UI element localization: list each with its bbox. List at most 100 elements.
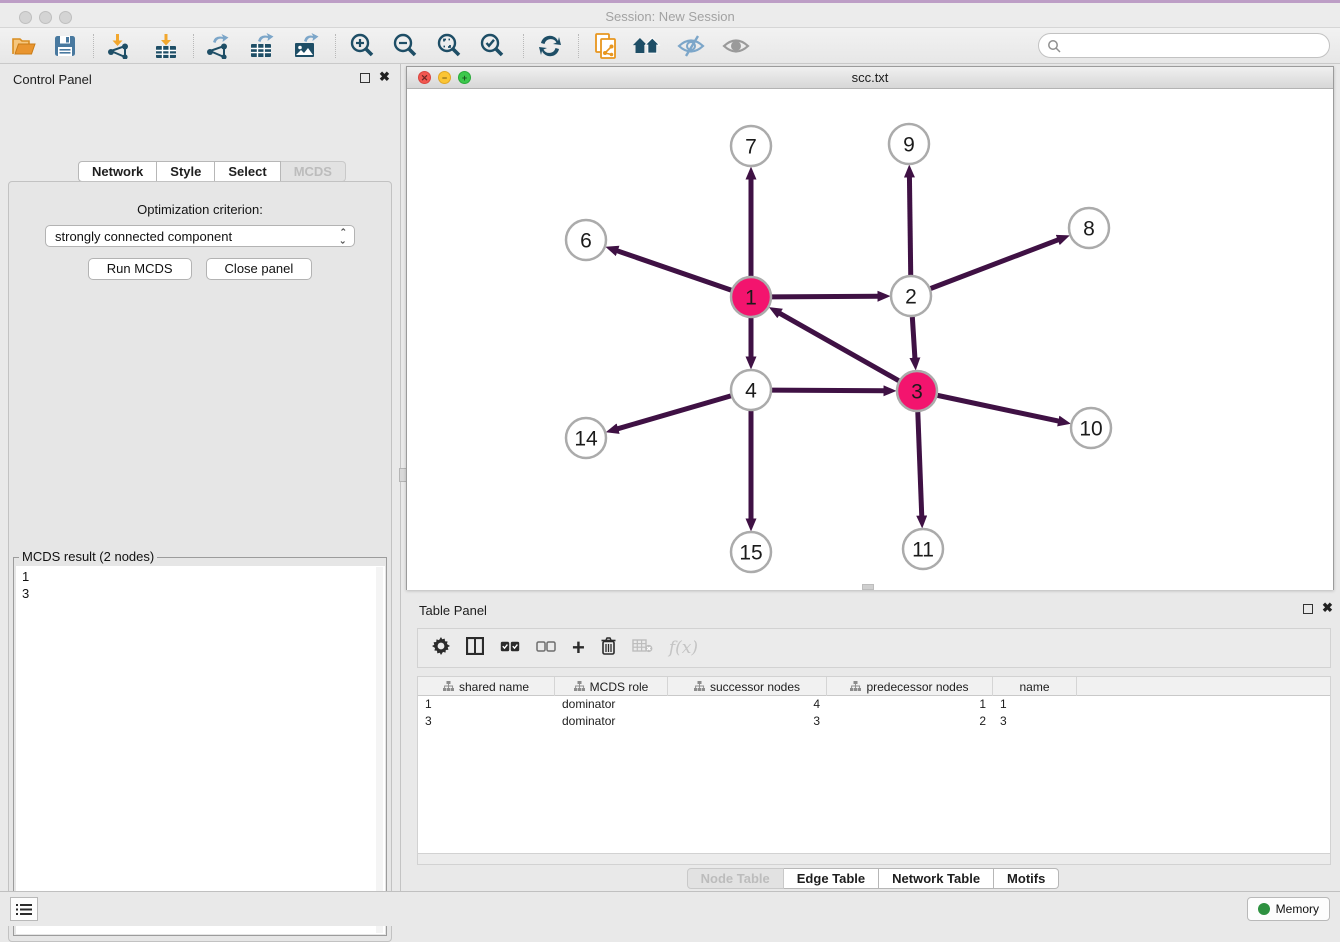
tab-network[interactable]: Network [78, 161, 157, 182]
graph-node-2[interactable]: 2 [891, 276, 931, 316]
search-icon [1047, 39, 1061, 53]
memory-status-dot [1258, 903, 1270, 915]
run-mcds-button[interactable]: Run MCDS [88, 258, 192, 280]
svg-text:9: 9 [903, 133, 915, 156]
float-table-panel-button[interactable] [1303, 604, 1313, 614]
open-session-icon[interactable] [8, 32, 38, 60]
network-canvas[interactable]: 7 9 6 8 1 2 4 3 14 10 15 11 [407, 89, 1333, 590]
delete-trash-icon[interactable] [601, 637, 616, 660]
search-field[interactable] [1038, 33, 1330, 58]
graph-node-1[interactable]: 1 [731, 277, 771, 317]
window-resize-handle[interactable] [862, 584, 874, 590]
edge-2-3[interactable] [912, 317, 915, 359]
close-table-panel-button[interactable]: ✖ [1322, 600, 1333, 616]
edge-2-8[interactable] [931, 239, 1059, 288]
table-cell[interactable]: 4 [668, 696, 827, 713]
column-tree-icon [443, 681, 454, 692]
edge-2-9[interactable] [909, 176, 910, 275]
table-settings-gear-icon[interactable] [432, 637, 450, 660]
graph-node-8[interactable]: 8 [1069, 208, 1109, 248]
graph-node-11[interactable]: 11 [903, 529, 943, 569]
graph-node-6[interactable]: 6 [566, 220, 606, 260]
hide-selection-icon[interactable] [676, 32, 706, 60]
column-header-name[interactable]: name [993, 677, 1077, 696]
table-cell[interactable]: dominator [555, 713, 668, 730]
table-cell[interactable]: 3 [418, 713, 555, 730]
table-panel: Table Panel ✖ + f(x) shared nameMCDS rol… [406, 595, 1340, 891]
edge-3-1[interactable] [779, 313, 899, 381]
edge-1-2[interactable] [772, 296, 879, 297]
search-input[interactable] [1061, 38, 1329, 53]
import-table-icon[interactable] [151, 32, 181, 60]
edge-3-10[interactable] [938, 395, 1060, 421]
graph-node-9[interactable]: 9 [889, 124, 929, 164]
delete-table-icon[interactable] [632, 638, 653, 658]
graph-node-15[interactable]: 15 [731, 532, 771, 572]
column-header-MCDS-role[interactable]: MCDS role [555, 677, 668, 696]
zoom-fit-icon[interactable] [434, 32, 464, 60]
task-history-button[interactable] [10, 897, 38, 921]
table-header-row: shared nameMCDS rolesuccessor nodesprede… [418, 677, 1330, 696]
edge-4-3[interactable] [772, 390, 885, 391]
tab-motifs[interactable]: Motifs [994, 868, 1059, 889]
deselect-all-icon[interactable] [536, 638, 556, 658]
export-image-icon[interactable] [291, 32, 321, 60]
table-cell[interactable]: 3 [993, 713, 1077, 730]
column-browser-icon[interactable] [466, 637, 484, 660]
graph-node-10[interactable]: 10 [1071, 408, 1111, 448]
tab-select[interactable]: Select [215, 161, 280, 182]
table-cell[interactable]: 3 [668, 713, 827, 730]
mcds-result-textarea[interactable]: 1 3 [16, 566, 385, 934]
zoom-in-icon[interactable] [347, 32, 377, 60]
graph-node-3[interactable]: 3 [897, 371, 937, 411]
window-title: Session: New Session [0, 9, 1340, 24]
function-builder-icon[interactable]: f(x) [669, 638, 698, 658]
table-cell[interactable]: 1 [418, 696, 555, 713]
tab-style[interactable]: Style [157, 161, 215, 182]
import-network-icon[interactable] [104, 32, 134, 60]
table-row[interactable]: 1dominator411 [418, 696, 1330, 713]
tab-network-table[interactable]: Network Table [879, 868, 994, 889]
table-cell[interactable]: dominator [555, 696, 668, 713]
column-header-shared-name[interactable]: shared name [418, 677, 555, 696]
table-cell[interactable]: 1 [993, 696, 1077, 713]
result-scrollbar[interactable] [376, 567, 383, 933]
show-selection-icon[interactable] [721, 32, 751, 60]
table-cell[interactable]: 1 [827, 696, 993, 713]
export-table-icon[interactable] [247, 32, 277, 60]
network-window-titlebar[interactable]: ✕ − + scc.txt [407, 67, 1333, 89]
table-toolbar: + f(x) [417, 628, 1331, 668]
tab-node-table[interactable]: Node Table [687, 868, 784, 889]
apply-layout-icon[interactable] [535, 32, 565, 60]
graph-node-4[interactable]: 4 [731, 370, 771, 410]
edge-3-11[interactable] [918, 412, 922, 517]
memory-button[interactable]: Memory [1247, 897, 1330, 921]
criterion-dropdown[interactable]: strongly connected component ⌃⌃ [45, 225, 355, 247]
main-toolbar [0, 28, 1340, 64]
close-panel-button-inner[interactable]: Close panel [206, 258, 313, 280]
list-icon [16, 903, 32, 916]
export-network-icon[interactable] [203, 32, 233, 60]
zoom-selected-icon[interactable] [477, 32, 507, 60]
zoom-out-icon[interactable] [390, 32, 420, 60]
svg-text:4: 4 [745, 379, 757, 402]
close-panel-button[interactable]: ✖ [379, 69, 390, 85]
column-header-successor-nodes[interactable]: successor nodes [668, 677, 827, 696]
table-row[interactable]: 3dominator323 [418, 713, 1330, 730]
graph-node-7[interactable]: 7 [731, 126, 771, 166]
save-session-icon[interactable] [50, 32, 80, 60]
select-all-icon[interactable] [500, 638, 520, 658]
tab-mcds[interactable]: MCDS [281, 161, 346, 182]
table-cell[interactable]: 2 [827, 713, 993, 730]
graph-node-14[interactable]: 14 [566, 418, 606, 458]
edge-1-6[interactable] [616, 250, 731, 290]
column-header-predecessor-nodes[interactable]: predecessor nodes [827, 677, 993, 696]
table-hscrollbar[interactable] [417, 853, 1331, 865]
reset-view-icon[interactable] [632, 32, 662, 60]
edge-4-14[interactable] [617, 396, 731, 429]
add-column-icon[interactable]: + [572, 641, 585, 655]
clone-network-icon[interactable] [591, 32, 621, 60]
float-panel-button[interactable] [360, 73, 370, 83]
tab-edge-table[interactable]: Edge Table [784, 868, 879, 889]
column-tree-icon [574, 681, 585, 692]
